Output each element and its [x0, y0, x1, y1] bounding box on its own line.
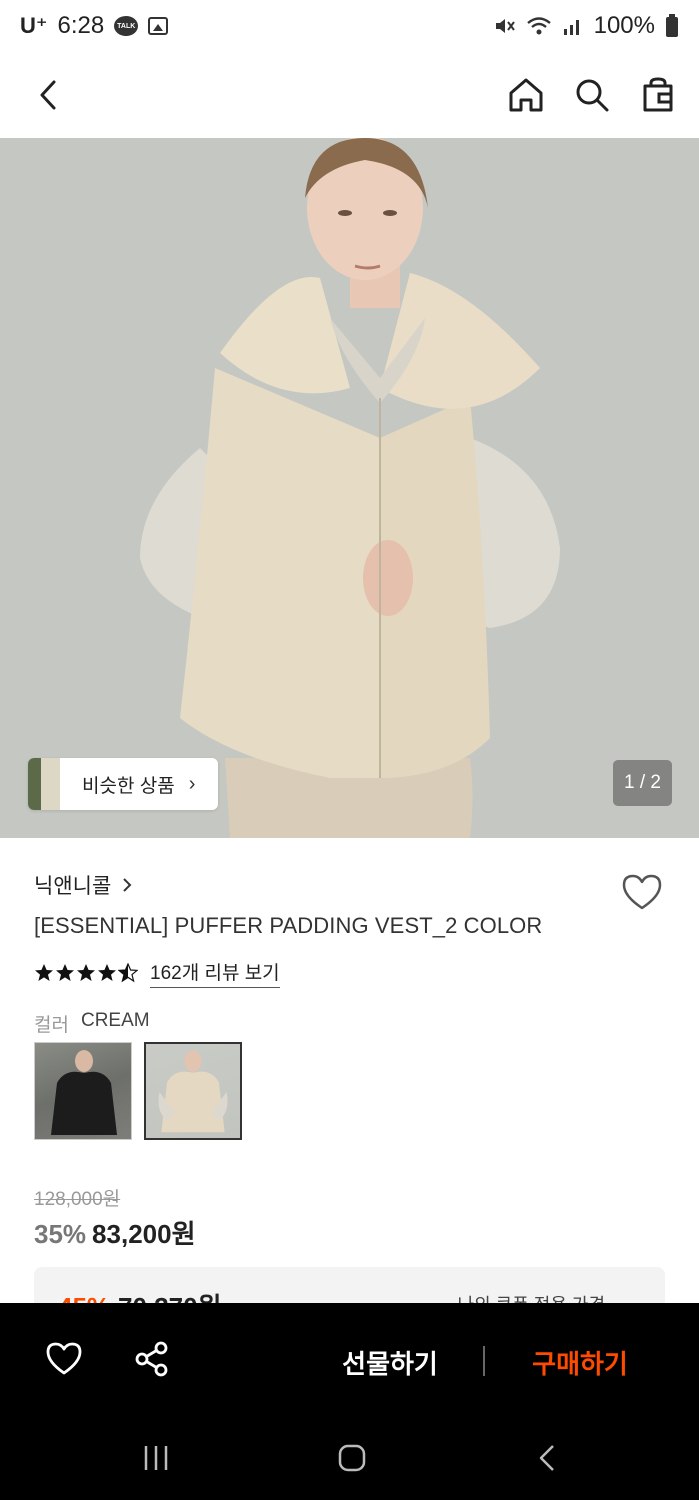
recent-apps-button[interactable] — [126, 1436, 186, 1480]
shopping-bag-icon — [643, 77, 673, 112]
half-star-icon — [118, 963, 138, 983]
brand-link[interactable]: 닉앤니콜 — [34, 870, 133, 900]
discount-rate: 35% — [34, 1219, 87, 1249]
header-actions — [505, 74, 679, 116]
product-title: [ESSENTIAL] PUFFER PADDING VEST_2 COLOR — [34, 913, 543, 938]
chevron-right-icon: › — [188, 772, 196, 795]
similar-products-button[interactable]: 비슷한 상품 › — [28, 758, 218, 810]
wifi-icon — [526, 15, 552, 37]
star-icon — [77, 964, 95, 981]
color-swatches — [34, 1042, 242, 1140]
swatch-cream[interactable] — [144, 1042, 242, 1140]
battery-icon — [665, 14, 679, 38]
swatch-black[interactable] — [34, 1042, 132, 1140]
home-button[interactable] — [505, 74, 547, 116]
search-icon — [576, 79, 609, 112]
star-icon — [35, 964, 53, 981]
carrier-label: U⁺ — [20, 13, 48, 38]
status-right: 100% — [492, 12, 679, 40]
signal-icon — [562, 15, 584, 37]
clock: 6:28 — [57, 12, 105, 39]
star-icon — [56, 964, 74, 981]
chevron-right-icon — [123, 878, 132, 892]
status-bar: U⁺ 6:28 TALK 100% — [0, 0, 699, 52]
mute-icon — [492, 14, 516, 38]
battery-label: 100% — [593, 12, 655, 39]
buy-button[interactable]: 구매하기 — [490, 1323, 670, 1401]
color-key: 컬러 — [34, 1015, 69, 1036]
recent-apps-icon — [144, 1446, 168, 1470]
back-button[interactable] — [28, 74, 70, 116]
nav-back-icon — [539, 1445, 554, 1471]
system-nav-bar — [0, 1420, 699, 1500]
status-left: U⁺ 6:28 TALK — [20, 12, 169, 40]
similar-products-label: 비슷한 상품 — [82, 775, 175, 797]
swatch-black-image — [51, 1050, 117, 1135]
swatch-cream-image — [158, 1050, 228, 1133]
bottom-action-bar: 선물하기 구매하기 — [0, 1303, 699, 1420]
gallery-icon — [148, 17, 169, 35]
share-icon — [135, 1341, 168, 1377]
similar-thumbnail — [28, 758, 60, 810]
color-row: 컬러 CREAM — [34, 1010, 150, 1037]
share-button[interactable] — [132, 1339, 172, 1379]
product-image[interactable]: 비슷한 상품 › 1 / 2 — [0, 138, 699, 838]
model-illustration — [0, 138, 699, 838]
back-arrow-icon — [40, 80, 56, 110]
sale-price: 83,200원 — [92, 1219, 196, 1249]
search-button[interactable] — [571, 74, 613, 116]
heart-icon — [46, 1342, 82, 1375]
gift-button[interactable]: 선물하기 — [300, 1323, 480, 1401]
rating-row: 162개 리뷰 보기 — [34, 958, 280, 988]
color-value: CREAM — [80, 1010, 150, 1031]
app-header — [0, 52, 699, 138]
nav-back-button[interactable] — [518, 1436, 578, 1480]
wishlist-button[interactable] — [620, 870, 664, 914]
cart-button[interactable] — [637, 74, 679, 116]
home-icon — [509, 78, 543, 112]
original-price: 128,000원 — [34, 1189, 121, 1210]
action-divider — [483, 1346, 485, 1376]
star-icon — [98, 964, 116, 981]
image-page-indicator: 1 / 2 — [613, 760, 672, 806]
brand-name: 닉앤니콜 — [34, 875, 112, 898]
price-row: 35% 83,200원 — [34, 1214, 196, 1251]
action-wishlist-button[interactable] — [44, 1339, 84, 1379]
review-link[interactable]: 162개 리뷰 보기 — [150, 958, 280, 988]
nav-home-icon — [338, 1444, 366, 1472]
talk-icon: TALK — [114, 16, 139, 36]
star-rating — [34, 963, 138, 983]
nav-home-button[interactable] — [322, 1436, 382, 1480]
heart-outline-icon — [622, 874, 662, 910]
